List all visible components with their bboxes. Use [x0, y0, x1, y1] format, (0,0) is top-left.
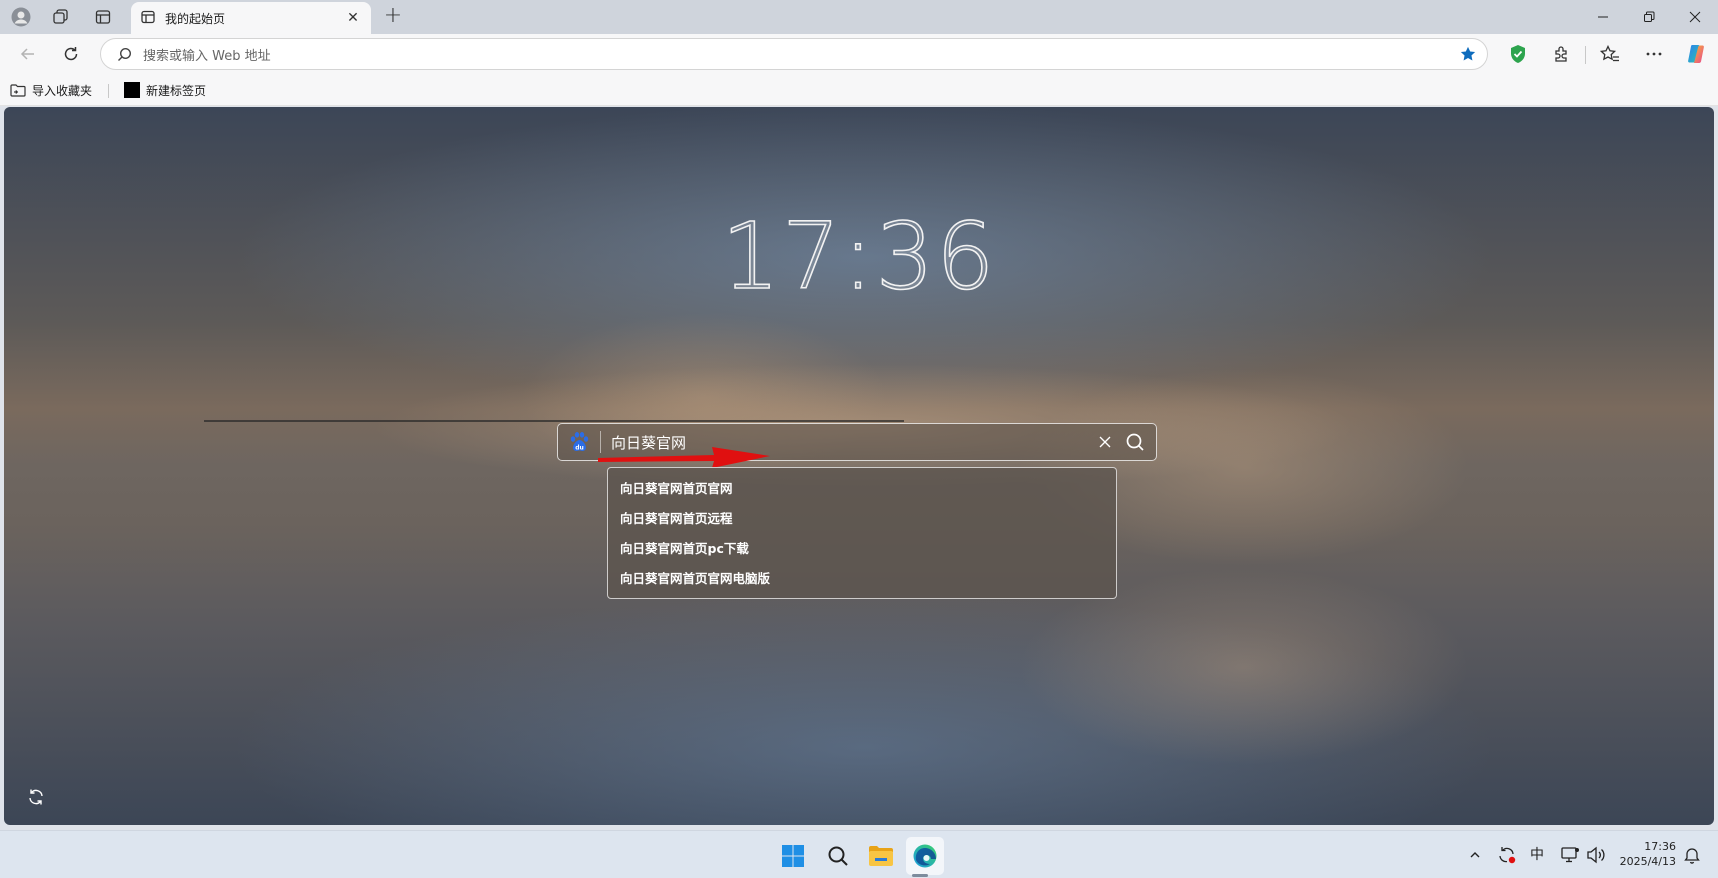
refresh-background-icon[interactable] [22, 783, 50, 811]
address-bar[interactable]: 搜索或输入 Web 地址 [100, 38, 1488, 70]
notification-bell-icon[interactable] [1680, 843, 1704, 867]
suggestion-item[interactable]: 向日葵官网首页远程 [608, 504, 1116, 534]
search-icon [115, 45, 133, 63]
plus-icon[interactable]: + [380, 4, 406, 30]
favorites-bar-item[interactable]: 导入收藏夹 [10, 80, 92, 100]
close-window-icon[interactable] [1672, 0, 1718, 34]
suggestion-item[interactable]: 向日葵官网首页pc下载 [608, 534, 1116, 564]
file-explorer-icon[interactable] [862, 837, 900, 875]
edge-icon[interactable] [906, 837, 944, 875]
favorites-icon[interactable] [1596, 40, 1624, 68]
search-suggestions: 向日葵官网首页官网 向日葵官网首页远程 向日葵官网首页pc下载 向日葵官网首页官… [607, 467, 1117, 599]
page-icon [141, 9, 155, 28]
extensions-icon[interactable] [1548, 40, 1576, 68]
chevron-up-icon[interactable] [1463, 843, 1487, 867]
more-icon[interactable] [1640, 40, 1668, 68]
favorites-bar-item-label: 新建标签页 [146, 83, 207, 98]
network-icon[interactable] [1558, 843, 1582, 867]
volume-icon[interactable] [1584, 843, 1608, 867]
back-icon[interactable] [14, 40, 42, 68]
taskbar-time: 17:36 [1644, 840, 1676, 853]
suggestion-item[interactable]: 向日葵官网首页官网电脑版 [608, 564, 1116, 594]
favorites-divider [108, 84, 109, 98]
copilot-icon[interactable] [1682, 40, 1710, 68]
minimize-icon[interactable] [1580, 0, 1626, 34]
shield-icon[interactable] [1504, 40, 1532, 68]
workspaces-icon[interactable] [48, 4, 74, 30]
import-folder-icon [10, 82, 26, 98]
toolbar-divider [1585, 46, 1586, 64]
windows-start-icon[interactable] [774, 837, 812, 875]
tab-start-page[interactable]: 我的起始页 ✕ [131, 2, 371, 34]
toolbar: 搜索或输入 Web 地址 [0, 34, 1718, 74]
vertical-tabs-icon[interactable] [90, 4, 116, 30]
horizon-line [204, 420, 904, 422]
black-square-icon [124, 82, 140, 98]
favorites-bar-item-label: 导入收藏夹 [32, 83, 93, 98]
clear-icon[interactable] [1090, 424, 1120, 460]
address-placeholder: 搜索或输入 Web 地址 [143, 48, 271, 64]
clock-date[interactable]: 17:36 2025/4/13 [1612, 839, 1676, 869]
svg-text:du: du [575, 445, 584, 452]
tab-title: 我的起始页 [165, 11, 226, 26]
clock: 17:36 [721, 202, 997, 311]
search-icon[interactable] [1120, 424, 1150, 460]
taskbar-date: 2025/4/13 [1619, 855, 1676, 868]
profile-icon[interactable] [8, 4, 34, 30]
favorites-bar: 导入收藏夹 新建标签页 [0, 74, 1718, 106]
refresh-icon[interactable] [57, 40, 85, 68]
favorite-star-icon[interactable] [1453, 39, 1483, 69]
title-bar: 我的起始页 ✕ + [0, 0, 1718, 34]
active-app-indicator [912, 874, 928, 877]
search-icon[interactable] [819, 837, 857, 875]
start-page: 17:36 du 向日葵官网首页官网 向日葵官网首页远程 向日葵官网首页pc下载 [4, 107, 1714, 825]
close-icon[interactable]: ✕ [345, 10, 361, 26]
restore-icon[interactable] [1626, 0, 1672, 34]
taskbar: 中 17:36 2025/4/13 [0, 830, 1718, 878]
ime-indicator[interactable]: 中 [1530, 844, 1544, 864]
favorites-bar-item[interactable]: 新建标签页 [124, 80, 206, 100]
sync-alert-icon[interactable] [1495, 843, 1519, 867]
suggestion-item[interactable]: 向日葵官网首页官网 [608, 474, 1116, 504]
